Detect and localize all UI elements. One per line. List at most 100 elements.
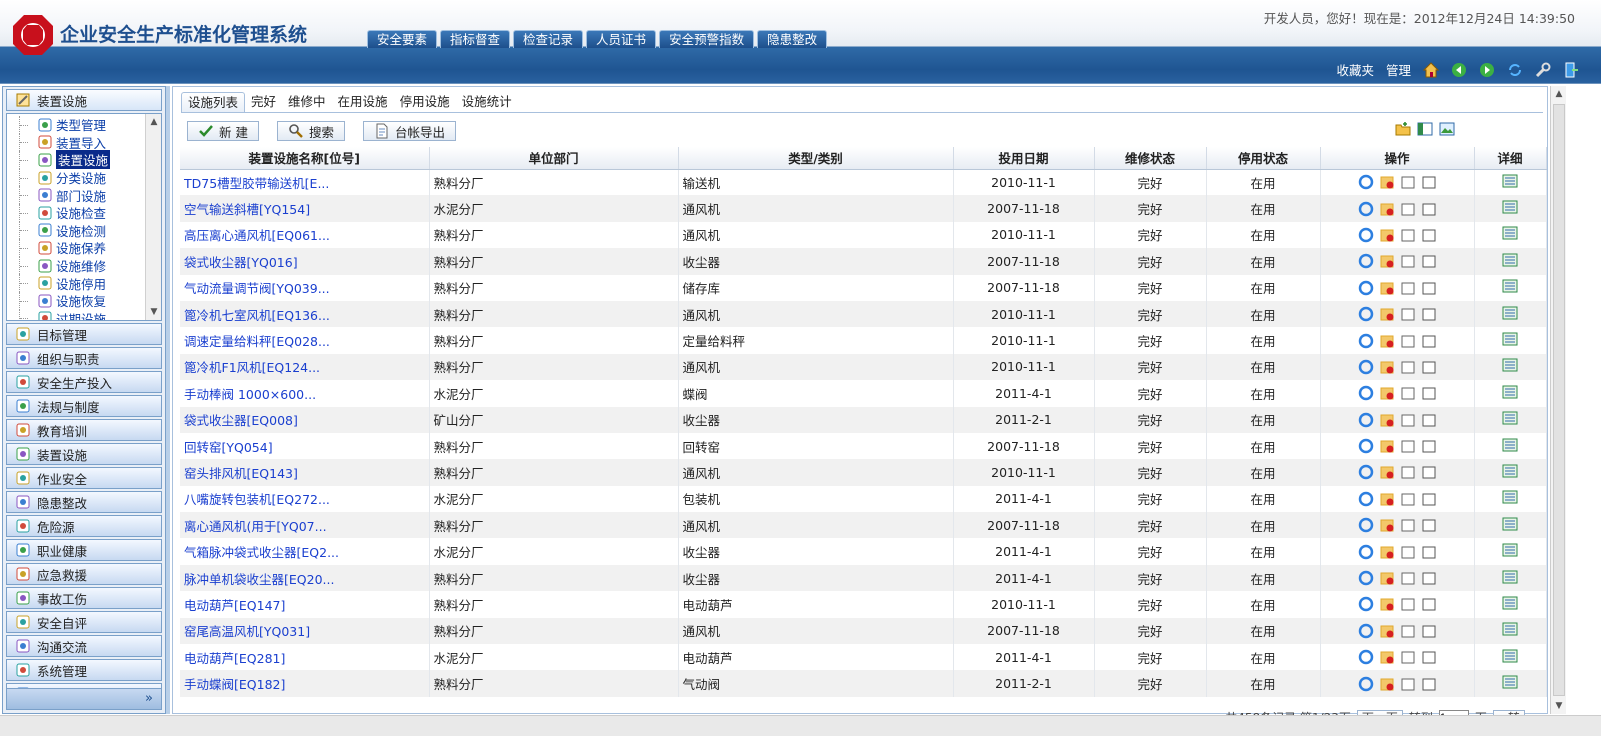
- refresh-icon[interactable]: [1358, 333, 1374, 349]
- column-header[interactable]: 装置设施名称[位号]: [180, 147, 430, 170]
- detail-icon[interactable]: [1502, 410, 1518, 426]
- repair-icon[interactable]: [1379, 385, 1395, 401]
- sidebar-section[interactable]: 安全自评: [6, 611, 162, 633]
- view-icon[interactable]: [1400, 359, 1416, 375]
- content-tab[interactable]: 在用设施: [332, 92, 394, 112]
- sidebar-section[interactable]: 组织与职责: [6, 347, 162, 369]
- content-tab[interactable]: 完好: [245, 92, 282, 112]
- facility-name-link[interactable]: 气动流量调节阀[YQ039...: [180, 274, 430, 301]
- column-header[interactable]: 详细: [1474, 147, 1547, 170]
- edit-icon[interactable]: [1421, 464, 1437, 480]
- favorites-link[interactable]: 收藏夹: [1336, 60, 1374, 79]
- sidebar-section[interactable]: 安全生产投入: [6, 371, 162, 393]
- edit-icon[interactable]: [1421, 306, 1437, 322]
- edit-icon[interactable]: [1421, 517, 1437, 533]
- sidebar-subitem[interactable]: 设施停用: [7, 274, 149, 292]
- refresh-icon[interactable]: [1358, 306, 1374, 322]
- detail-icon[interactable]: [1502, 384, 1518, 400]
- repair-icon[interactable]: [1379, 306, 1395, 322]
- refresh-icon[interactable]: [1358, 464, 1374, 480]
- refresh-icon[interactable]: [1358, 227, 1374, 243]
- view-icon[interactable]: [1400, 438, 1416, 454]
- sidebar-subitem[interactable]: 装置设施: [7, 150, 149, 170]
- facility-name-link[interactable]: 窑尾高温风机[YQ031]: [180, 617, 430, 645]
- repair-icon[interactable]: [1379, 623, 1395, 639]
- detail-icon[interactable]: [1502, 674, 1518, 690]
- top-nav-tab[interactable]: 检查记录: [513, 30, 584, 48]
- view-icon[interactable]: [1400, 201, 1416, 217]
- sidebar-subitem[interactable]: 类型管理: [7, 116, 149, 134]
- refresh-icon[interactable]: [1358, 201, 1374, 217]
- detail-icon[interactable]: [1502, 621, 1518, 637]
- facility-name-link[interactable]: 袋式收尘器[YQ016]: [180, 248, 430, 275]
- refresh-icon[interactable]: [1358, 174, 1374, 190]
- view-icon[interactable]: [1400, 491, 1416, 507]
- home-icon[interactable]: [1423, 61, 1439, 78]
- refresh-icon[interactable]: [1358, 676, 1374, 692]
- search-button[interactable]: 搜索: [276, 121, 345, 141]
- scroll-thumb[interactable]: [1553, 104, 1565, 696]
- detail-icon[interactable]: [1502, 173, 1518, 189]
- column-header[interactable]: 停用状态: [1206, 147, 1321, 170]
- edit-icon[interactable]: [1421, 544, 1437, 560]
- facility-name-link[interactable]: 篦冷机七室风机[EQ136...: [180, 300, 430, 328]
- sidebar-subitem[interactable]: 设施保养: [7, 239, 149, 257]
- sidebar-section[interactable]: 职业健康: [6, 539, 162, 561]
- facility-name-link[interactable]: 窑头排风机[EQ143]: [180, 459, 430, 486]
- column-header[interactable]: 投用日期: [953, 147, 1095, 170]
- sidebar-section[interactable]: 法规与制度: [6, 395, 162, 417]
- edit-icon[interactable]: [1421, 333, 1437, 349]
- content-tab[interactable]: 设施列表: [181, 92, 246, 112]
- logout-icon[interactable]: [1563, 62, 1579, 78]
- edit-icon[interactable]: [1421, 676, 1437, 692]
- facility-name-link[interactable]: 电动葫芦[EQ281]: [180, 644, 430, 671]
- repair-icon[interactable]: [1379, 491, 1395, 507]
- edit-icon[interactable]: [1421, 227, 1437, 243]
- refresh-icon[interactable]: [1358, 491, 1374, 507]
- refresh-icon[interactable]: [1358, 596, 1374, 612]
- facility-name-link[interactable]: 手动棒阀 1000×600...: [180, 380, 430, 407]
- top-nav-tab[interactable]: 安全要素: [367, 30, 438, 48]
- sidebar-subitem[interactable]: 设施维修: [7, 256, 149, 275]
- sidebar-section[interactable]: 作业安全: [6, 467, 162, 489]
- view-icon[interactable]: [1400, 412, 1416, 428]
- view-icon[interactable]: [1400, 227, 1416, 243]
- top-nav-tab[interactable]: 指标督查: [440, 30, 511, 48]
- sidebar-section[interactable]: 隐患整改: [6, 491, 162, 513]
- repair-icon[interactable]: [1379, 227, 1395, 243]
- refresh-icon[interactable]: [1358, 438, 1374, 454]
- sidebar-section[interactable]: 沟通交流: [6, 635, 162, 657]
- new-button[interactable]: 新 建: [187, 121, 259, 141]
- detail-icon[interactable]: [1502, 252, 1518, 268]
- facility-name-link[interactable]: 离心通风机(用于[YQ07...: [180, 512, 430, 539]
- refresh-icon[interactable]: [1358, 253, 1374, 269]
- sidebar-section[interactable]: 装置设施: [6, 443, 162, 465]
- view-icon[interactable]: [1400, 333, 1416, 349]
- subtree-scrollbar[interactable]: ▲ ▼: [145, 114, 161, 320]
- sidebar-section[interactable]: 应急救援: [6, 563, 162, 585]
- scroll-down-arrow[interactable]: ▼: [146, 304, 161, 320]
- refresh-icon[interactable]: [1358, 544, 1374, 560]
- refresh-icon[interactable]: [1358, 570, 1374, 586]
- refresh-icon[interactable]: [1358, 517, 1374, 533]
- top-nav-tab[interactable]: 隐患整改: [757, 30, 828, 48]
- repair-icon[interactable]: [1379, 438, 1395, 454]
- repair-icon[interactable]: [1379, 174, 1395, 190]
- facility-name-link[interactable]: 脉冲单机袋收尘器[EQ20...: [180, 564, 430, 592]
- column-header[interactable]: 类型/类别: [678, 147, 954, 170]
- repair-icon[interactable]: [1379, 333, 1395, 349]
- detail-icon[interactable]: [1502, 463, 1518, 479]
- wrench-icon[interactable]: [1535, 62, 1551, 78]
- view-icon[interactable]: [1400, 306, 1416, 322]
- content-tab[interactable]: 设施统计: [456, 92, 518, 112]
- detail-icon[interactable]: [1502, 437, 1518, 453]
- edit-icon[interactable]: [1421, 570, 1437, 586]
- edit-icon[interactable]: [1421, 649, 1437, 665]
- sidebar-section[interactable]: 系统管理: [6, 659, 162, 681]
- column-header[interactable]: 单位部门: [429, 147, 679, 170]
- sidebar-active-section[interactable]: 装置设施: [6, 89, 162, 111]
- repair-icon[interactable]: [1379, 280, 1395, 296]
- content-tab[interactable]: 停用设施: [394, 92, 456, 112]
- sidebar-subitem[interactable]: 部门设施: [7, 186, 149, 204]
- image-icon[interactable]: [1439, 121, 1455, 137]
